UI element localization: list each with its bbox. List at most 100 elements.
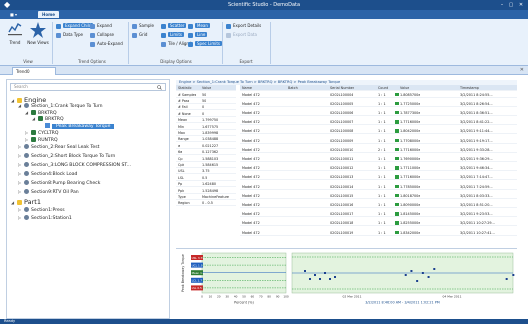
home-tab[interactable]: Home xyxy=(38,11,59,18)
maximize-icon[interactable]: ▢ xyxy=(507,2,515,8)
table-row[interactable]: Model 472 0202L100010 2 : 1 1.7716000e 3/2/2… xyxy=(240,147,517,153)
table-cell: 3/2/2011 9:19:17... xyxy=(460,138,493,143)
close-tab-icon[interactable]: ✕ xyxy=(520,67,524,73)
table-cell: 2 : 1 xyxy=(378,147,386,152)
column-header[interactable]: Name xyxy=(242,85,252,90)
table-row[interactable]: Model 472 0202L100014 1 : 1 1.7785000e 3/2/2… xyxy=(240,184,517,190)
column-header[interactable]: Value xyxy=(400,85,409,90)
tree-node[interactable]: ◢ Part1 xyxy=(11,198,41,207)
pass-check-icon xyxy=(395,138,399,142)
table-row[interactable]: Model 472 0202L100004 1 : 1 1.8085700e 3/2/2… xyxy=(240,92,517,98)
table-row[interactable]: USL 3.75 xyxy=(176,168,236,175)
table-cell: 1 : 1 xyxy=(378,110,386,115)
table-cell: 0202L100016 xyxy=(330,202,354,207)
table-row[interactable]: Model 472 0202L100009 1 : 1 1.7708000e 3/2/2… xyxy=(240,138,517,144)
table-row[interactable]: Model 472 0202L100018 1 : 1 1.8255000e 3/2/2… xyxy=(240,220,517,227)
table-row[interactable]: 6σ 0.127362 xyxy=(176,149,236,156)
scatter-toggle[interactable]: Scatter xyxy=(161,23,187,29)
table-row[interactable]: σ 0.021227 xyxy=(176,143,236,149)
new-views-button[interactable]: New Views xyxy=(27,21,49,53)
table-row[interactable]: Model 472 0202L100008 1 : 1 1.8042000e 3/2/2… xyxy=(240,128,517,135)
search-icon[interactable] xyxy=(157,85,162,90)
table-row[interactable]: Model 472 0202L100006 1 : 1 1.7877300e 3/2/2… xyxy=(240,110,517,117)
table-row[interactable]: Range 1.038488 xyxy=(176,136,236,143)
table-cell: 1.038488 xyxy=(202,137,219,142)
table-row[interactable]: Model 472 0202L100005 1 : 1 1.7725000e 3/2/2… xyxy=(240,101,517,107)
table-row[interactable]: Mean 1.799750 xyxy=(176,117,236,124)
table-header-row: Name Batch Serial Number Count Value Timestam… xyxy=(240,85,517,92)
spec-limits-toggle[interactable]: Spec Limits xyxy=(188,41,223,47)
table-row[interactable]: Model 472 0202L100016 1 : 1 1.8090000e 3/2/2… xyxy=(240,202,517,209)
tree-node[interactable]: ▷ Section1:Station1 xyxy=(18,215,72,222)
tree-node-label: Part1 xyxy=(24,198,41,206)
export-details-button[interactable]: Export Details xyxy=(226,23,261,29)
column-header[interactable]: Count xyxy=(378,85,388,90)
column-header[interactable]: Batch xyxy=(288,85,298,90)
column-header[interactable]: Statistic xyxy=(178,85,192,90)
table-row[interactable]: Model 472 0202L100007 1 : 1 1.7716000e 3/2/2… xyxy=(240,119,517,126)
table-row[interactable]: Model 472 0202L100013 1 : 1 1.7716000e 3/2/2… xyxy=(240,174,517,181)
table-cell: 0202L100019 xyxy=(330,230,354,235)
table-cell: 3/2/2011 8:36:51... xyxy=(460,110,493,115)
limits-toggle[interactable]: Limits xyxy=(161,32,184,38)
auto-expand-button[interactable]: Auto-Expand xyxy=(90,41,123,47)
table-row[interactable]: Model 472 0202L100012 1 : 1 1.7711000e 3/2/2… xyxy=(240,165,517,172)
search-input[interactable]: Search xyxy=(10,83,166,91)
expand-button[interactable]: Expand xyxy=(90,23,112,29)
table-row[interactable]: # None 0 xyxy=(176,111,236,117)
grid-toggle[interactable]: Grid xyxy=(132,32,147,38)
table-row[interactable]: Pp 1.62480 xyxy=(176,181,236,188)
table-row[interactable]: # Samples 50 xyxy=(176,92,236,98)
tile-aligned-toggle[interactable]: Tile / Alignd xyxy=(161,41,191,47)
tree-node[interactable]: ▷ Section8:Pump Bearing Check xyxy=(18,180,100,187)
table-row[interactable]: Cp 1.588103 xyxy=(176,156,236,162)
table-row[interactable]: Model 472 0202L100015 1 : 1 1.8018700e 3/2/2… xyxy=(240,193,517,199)
table-row[interactable]: Max 1.839998 xyxy=(176,130,236,137)
tree-node-label: BRKTRQ xyxy=(38,110,57,116)
table-row[interactable]: Region 0 - 0.5 xyxy=(176,200,236,207)
tab-trend0[interactable]: Trend0 xyxy=(12,67,56,75)
table-cell: Model 472 xyxy=(242,138,260,143)
close-icon[interactable]: ✕ xyxy=(517,2,525,8)
folder-icon xyxy=(17,97,22,103)
column-header[interactable]: Timestamp xyxy=(460,85,479,90)
table-row[interactable]: Type MachineFeature xyxy=(176,194,236,201)
table-row[interactable]: Model 472 0202L100017 1 : 1 1.8145000e 3/2/2… xyxy=(240,211,517,218)
collapse-button[interactable]: Collapse xyxy=(90,32,114,38)
table-cell: Pp xyxy=(178,182,183,187)
tree-node[interactable]: Peak Breakaway Torque xyxy=(39,122,115,130)
tree-node[interactable]: ▷ Section_2:Short Block Torque To Turn xyxy=(18,153,115,160)
mean-toggle[interactable]: Mean xyxy=(188,23,210,29)
tree-node[interactable]: ▷ Section4:Block Load xyxy=(18,171,77,178)
export-data-button[interactable]: Export Data xyxy=(226,32,257,38)
table-cell: 1.7725000e xyxy=(400,101,421,106)
tree-node[interactable]: ▷ CYCLTRQ xyxy=(25,130,58,137)
table-row[interactable]: Model 472 0202L100011 1 : 1 1.7690000e 3/2/2… xyxy=(240,156,517,163)
tree-node[interactable]: ▷ Section1:Press xyxy=(18,207,65,214)
line-toggle[interactable]: Line xyxy=(188,32,208,38)
tree-node[interactable]: ▷ Section_3:LONG BLOCK COMPRESSION ST... xyxy=(18,162,131,169)
table-row[interactable]: Min 1.677575 xyxy=(176,124,236,130)
tree-node-label: Section8:Pump Bearing Check xyxy=(31,181,101,186)
tree-node[interactable]: ▷ RUNTRQ xyxy=(25,137,58,144)
expand-child-button[interactable]: Expand Child xyxy=(56,23,94,29)
limits-icon xyxy=(161,32,166,38)
limit-badge-label: USL 3.75 xyxy=(192,256,205,260)
column-header[interactable]: Value xyxy=(202,85,211,90)
table-row[interactable]: Model 472 0202L100019 1 : 1 1.8342000e 3/2/2… xyxy=(240,230,517,236)
minimize-icon[interactable]: – xyxy=(498,2,506,8)
tree-node[interactable]: ▷ Section9:RTV Oil Pan xyxy=(18,189,79,196)
table-row[interactable]: Ppk 1.528498 xyxy=(176,188,236,194)
sample-toggle[interactable]: Sample xyxy=(132,23,154,29)
table-row[interactable]: Cpk 1.584615 xyxy=(176,162,236,169)
table-cell: 50 xyxy=(202,98,207,103)
tree-node[interactable]: ▷ Section_2:Rear Seal Leak Test xyxy=(18,144,99,151)
trend-button[interactable]: Trend xyxy=(4,21,26,53)
file-menu-button[interactable]: ■ ▾ xyxy=(6,11,21,18)
data-type-button[interactable]: Data Type xyxy=(56,32,83,38)
table-row[interactable]: # Fail 0 xyxy=(176,104,236,111)
table-cell: 1.528498 xyxy=(202,188,219,193)
table-row[interactable]: # Pass 50 xyxy=(176,98,236,105)
table-row[interactable]: LSL 0.5 xyxy=(176,175,236,181)
column-header[interactable]: Serial Number xyxy=(330,85,354,90)
